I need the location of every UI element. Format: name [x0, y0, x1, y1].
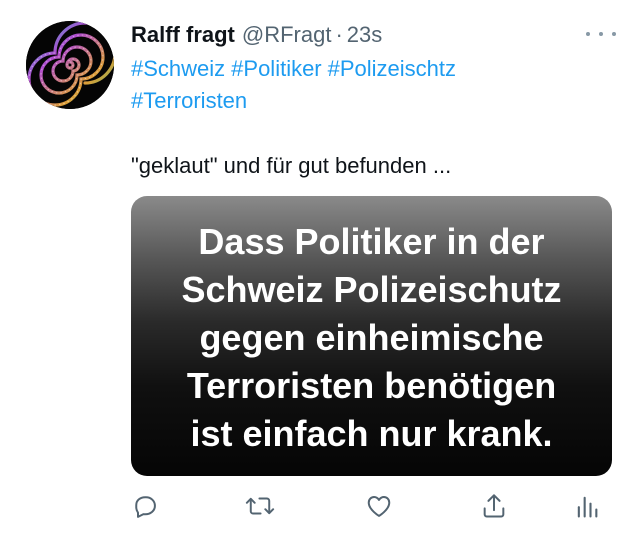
tweet-image[interactable]: Dass Politiker in der Schweiz Polizeisch…	[131, 196, 612, 476]
analytics-icon	[577, 496, 598, 518]
display-name[interactable]: Ralff fragt	[131, 22, 235, 48]
timestamp[interactable]: 23s	[347, 22, 382, 48]
image-caption-text: Dass Politiker in der Schweiz Polizeisch…	[181, 221, 562, 454]
action-bar	[0, 488, 640, 524]
tweet-header: Ralff fragt @RFragt · 23s	[131, 18, 382, 52]
like-button[interactable]	[363, 488, 395, 524]
separator-dot: ·	[335, 22, 343, 47]
more-dots-icon[interactable]	[586, 24, 616, 44]
hashtag-link[interactable]: #Schweiz	[131, 56, 225, 81]
share-icon	[483, 494, 505, 518]
hashtags: #Schweiz #Politiker #Polizeischtz #Terroris…	[131, 53, 601, 117]
share-button[interactable]	[478, 488, 510, 524]
analytics-button[interactable]	[571, 488, 603, 524]
user-handle[interactable]: @RFragt	[242, 22, 332, 48]
heart-icon	[367, 496, 391, 517]
avatar[interactable]	[26, 21, 114, 109]
retweet-button[interactable]	[244, 488, 276, 524]
reply-button[interactable]	[129, 488, 161, 524]
tweet[interactable]: Ralff fragt @RFragt · 23s #Schweiz #Polit…	[0, 0, 640, 534]
reply-icon	[135, 496, 156, 518]
hashtag-link[interactable]: #Polizeischtz	[328, 56, 456, 81]
hashtag-link[interactable]: #Politiker	[231, 56, 321, 81]
hashtag-link[interactable]: #Terroristen	[131, 88, 247, 113]
retweet-icon	[245, 497, 275, 515]
tweet-text: "geklaut" und für gut befunden ...	[131, 153, 452, 178]
spiral-avatar-icon	[26, 21, 114, 109]
